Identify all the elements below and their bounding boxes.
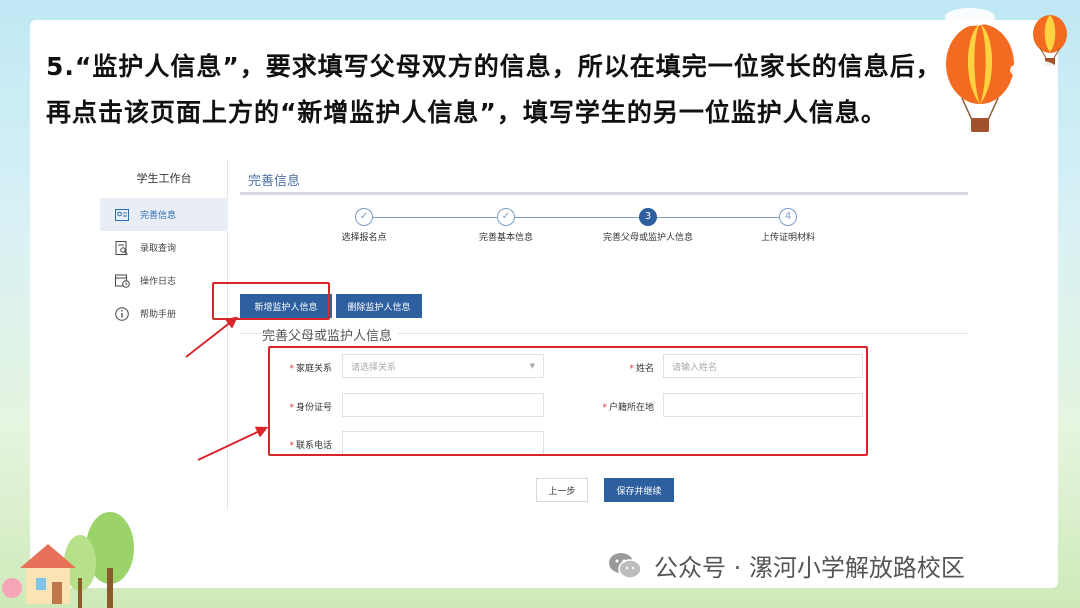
watermark-text: 公众号 · 漯河小学解放路校区 xyxy=(654,554,965,582)
annotation-arrows xyxy=(185,316,269,461)
arrow-to-add-button xyxy=(185,316,238,358)
arrow-to-form xyxy=(197,426,269,461)
wechat-icon xyxy=(609,552,642,579)
watermark: 公众号 · 漯河小学解放路校区 xyxy=(608,548,965,583)
